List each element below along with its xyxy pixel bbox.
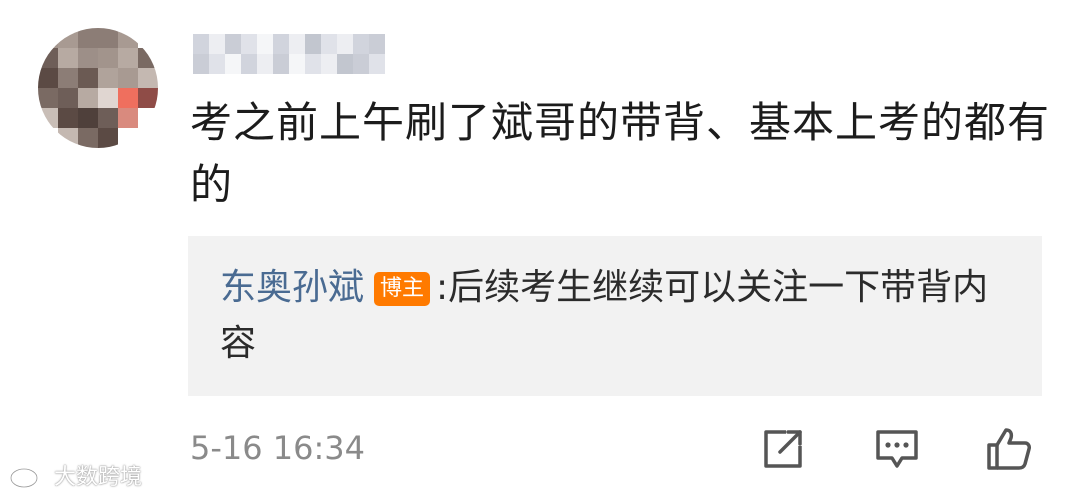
reply-author-link[interactable]: 东奥孙斌 xyxy=(220,267,364,308)
blogger-badge: 博主 xyxy=(374,272,431,306)
watermark-text: 大数跨境 xyxy=(54,465,143,490)
timestamp: 5-16 16:34 xyxy=(190,429,366,467)
weibo-logo-icon xyxy=(9,465,48,489)
share-button[interactable] xyxy=(758,424,808,474)
comment-card: 考之前上午刷了斌哥的带背、基本上考的都有的 东奥孙斌 博主:后续考生继续可以关注一… xyxy=(0,0,1080,494)
avatar[interactable] xyxy=(38,28,158,148)
comment-text: 考之前上午刷了斌哥的带背、基本上考的都有的 xyxy=(190,98,1051,209)
like-icon xyxy=(987,428,1031,470)
like-button[interactable] xyxy=(984,424,1034,474)
comment-icon xyxy=(876,430,918,468)
watermark: 大数跨境 xyxy=(8,460,142,490)
reply-box[interactable]: 东奥孙斌 博主:后续考生继续可以关注一下带背内容 xyxy=(188,236,1042,396)
share-icon xyxy=(764,430,802,468)
username-obscured[interactable] xyxy=(193,34,385,74)
reply-line: 东奥孙斌 博主:后续考生继续可以关注一下带背内容 xyxy=(220,260,1012,372)
reply-separator: : xyxy=(436,267,449,308)
comment-button[interactable] xyxy=(872,424,922,474)
